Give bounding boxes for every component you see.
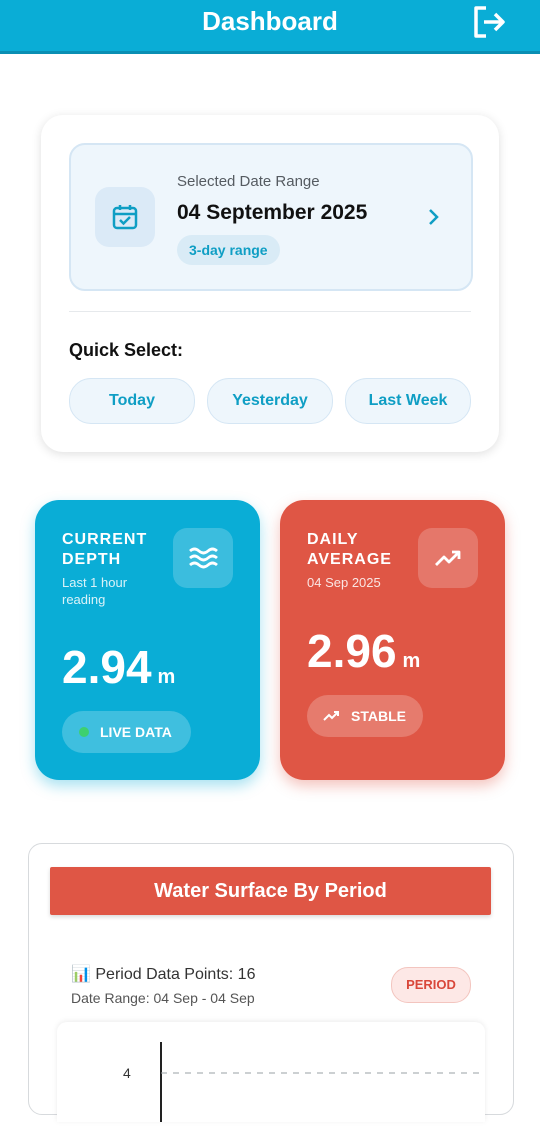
trend-up-small-icon [323, 711, 339, 721]
current-depth-unit: m [157, 666, 176, 688]
daily-average-date: 04 Sep 2025 [307, 575, 381, 590]
stable-label: STABLE [351, 708, 406, 724]
quick-last-week-button[interactable]: Last Week [345, 378, 471, 424]
divider [69, 311, 471, 312]
selected-date: 04 September 2025 [177, 201, 368, 224]
calendar-check-icon [112, 205, 138, 230]
calendar-tile [95, 187, 155, 247]
current-depth-subtitle: Last 1 hour reading [62, 575, 128, 607]
water-surface-chart-card: Water Surface By Period 📊 Period Data Po… [28, 843, 514, 1122]
daily-average-value: 2.96 [307, 625, 397, 677]
date-range-card: Selected Date Range 04 September 2025 3-… [41, 115, 499, 452]
top-app-bar: Dashboard [0, 0, 540, 54]
logout-button[interactable] [470, 4, 508, 40]
trend-up-icon [435, 550, 461, 566]
daily-average-value-row: 2.96 m [307, 624, 420, 678]
period-date-range: Date Range: 04 Sep - 04 Sep [71, 990, 255, 1006]
live-data-badge: LIVE DATA [62, 711, 191, 753]
period-data-points: 📊 Period Data Points: 16 [71, 966, 256, 983]
period-badge: PERIOD [391, 967, 471, 1003]
current-depth-value-row: 2.94 m [62, 640, 175, 694]
current-depth-icon-tile [173, 528, 233, 588]
chevron-right-icon [429, 209, 439, 225]
y-tick-label: 4 [123, 1065, 131, 1081]
current-depth-value: 2.94 [62, 641, 152, 693]
date-range-label: Selected Date Range [177, 173, 320, 190]
quick-yesterday-button[interactable]: Yesterday [207, 378, 333, 424]
chart-title: Water Surface By Period [50, 867, 491, 915]
chart-svg: 4 [123, 1042, 485, 1122]
stable-badge: STABLE [307, 695, 423, 737]
logout-icon [474, 6, 505, 38]
daily-average-title: DAILY AVERAGE [307, 531, 392, 568]
daily-average-unit: m [402, 650, 421, 672]
current-depth-title: CURRENT DEPTH [62, 531, 148, 568]
chart-plot-area: 4 [57, 1022, 485, 1122]
current-depth-card: CURRENT DEPTH Last 1 hour reading 2.94 m … [35, 500, 260, 780]
date-range-selector[interactable]: Selected Date Range 04 September 2025 3-… [69, 143, 473, 291]
quick-select-title: Quick Select: [69, 340, 184, 360]
live-data-label: LIVE DATA [100, 724, 172, 740]
daily-average-icon-tile [418, 528, 478, 588]
waves-icon [189, 547, 218, 569]
quick-today-button[interactable]: Today [69, 378, 195, 424]
page-title: Dashboard [202, 6, 338, 36]
daily-average-card: DAILY AVERAGE 04 Sep 2025 2.96 m STABLE [280, 500, 505, 780]
range-badge: 3-day range [177, 235, 280, 265]
live-dot-icon [79, 727, 89, 737]
